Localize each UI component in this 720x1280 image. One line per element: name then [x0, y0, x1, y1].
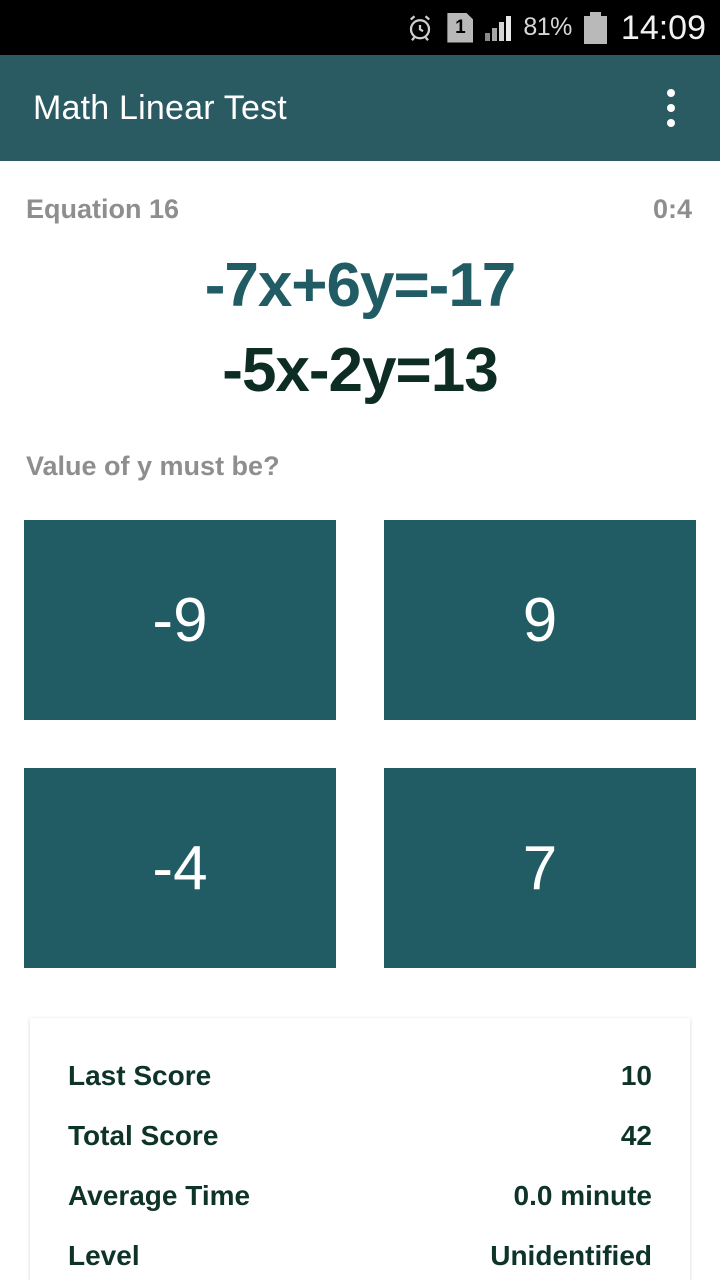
status-bar: 1 81% 14:09 — [0, 0, 720, 55]
battery-percent-label: 81% — [523, 13, 572, 41]
answer-option-2[interactable]: 9 — [384, 520, 696, 721]
score-summary-card: Last Score 10 Total Score 42 Average Tim… — [30, 1018, 690, 1280]
timer-label: 0:4 — [652, 194, 692, 224]
main-content: Equation 16 0:4 -7x+6y=-17 -5x-2y=13 Val… — [0, 161, 720, 1280]
score-label: Total Score — [68, 1120, 219, 1152]
score-row: Last Score 10 — [68, 1060, 652, 1092]
score-value: 42 — [620, 1120, 652, 1152]
overflow-menu-icon[interactable] — [646, 78, 696, 138]
answer-option-1[interactable]: -9 — [24, 520, 336, 721]
equations-block: -7x+6y=-17 -5x-2y=13 — [24, 253, 696, 403]
question-label: Value of y must be? — [26, 451, 280, 482]
quiz-meta-row: Equation 16 0:4 — [24, 161, 696, 225]
equation-counter-label: Equation 16 — [26, 194, 180, 224]
answer-option-4[interactable]: 7 — [384, 768, 696, 969]
score-label: Average Time — [68, 1180, 251, 1212]
app-title: Math Linear Test — [33, 88, 287, 127]
sim-card-icon: 1 — [447, 12, 474, 43]
battery-icon — [583, 11, 607, 44]
score-value: 10 — [620, 1060, 652, 1092]
score-row: Level Unidentified — [68, 1240, 652, 1272]
app-bar: Math Linear Test — [0, 55, 720, 161]
score-row: Total Score 42 — [68, 1120, 652, 1152]
sim-card-number: 1 — [455, 17, 466, 38]
status-bar-clock: 14:09 — [620, 8, 706, 47]
score-value: Unidentified — [490, 1240, 652, 1272]
answer-option-3[interactable]: -4 — [24, 768, 336, 969]
answer-options-grid: -9 9 -4 7 — [24, 520, 696, 969]
equation-line-1: -7x+6y=-17 — [204, 251, 517, 320]
equation-line-2: -5x-2y=13 — [222, 336, 498, 406]
score-label: Level — [68, 1240, 140, 1272]
signal-bars-icon — [485, 15, 512, 41]
alarm-icon — [405, 13, 435, 43]
score-label: Last Score — [68, 1060, 212, 1092]
score-row: Average Time 0.0 minute — [68, 1180, 652, 1212]
score-value: 0.0 minute — [513, 1180, 652, 1212]
